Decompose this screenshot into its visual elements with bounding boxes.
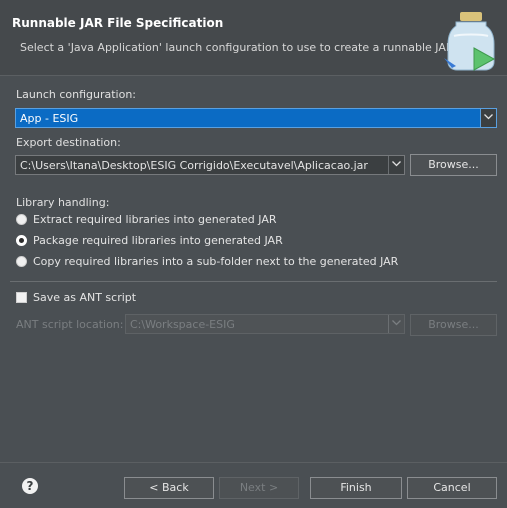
help-icon[interactable]: ? bbox=[22, 478, 38, 494]
library-handling-label: Library handling: bbox=[16, 196, 110, 209]
chevron-down-icon[interactable] bbox=[480, 109, 496, 127]
radio-copy-label: Copy required libraries into a sub-folde… bbox=[33, 255, 399, 268]
ant-location-combo: C:\Workspace-ESIG bbox=[125, 314, 405, 334]
chevron-down-icon[interactable] bbox=[388, 156, 404, 174]
radio-button[interactable] bbox=[16, 256, 27, 267]
export-destination-label: Export destination: bbox=[16, 136, 121, 149]
launch-config-value: App - ESIG bbox=[20, 112, 79, 125]
export-browse-button[interactable]: Browse... bbox=[410, 154, 497, 176]
export-destination-combo[interactable]: C:\Users\Itana\Desktop\ESIG Corrigido\Ex… bbox=[15, 155, 405, 175]
ant-location-label: ANT script location: bbox=[16, 318, 124, 331]
next-button: Next > bbox=[219, 477, 299, 499]
radio-package-label: Package required libraries into generate… bbox=[33, 234, 283, 247]
export-destination-value: C:\Users\Itana\Desktop\ESIG Corrigido\Ex… bbox=[20, 159, 368, 172]
wizard-subtitle: Select a 'Java Application' launch confi… bbox=[20, 41, 457, 54]
footer-divider bbox=[0, 462, 507, 463]
radio-extract-label: Extract required libraries into generate… bbox=[33, 213, 277, 226]
section-divider bbox=[10, 281, 497, 282]
save-ant-label: Save as ANT script bbox=[33, 291, 137, 304]
radio-button-selected[interactable] bbox=[16, 235, 27, 246]
chevron-down-icon bbox=[388, 315, 404, 333]
ant-browse-button: Browse... bbox=[410, 314, 497, 336]
jar-wizard-icon bbox=[444, 12, 496, 71]
save-ant-checkbox[interactable] bbox=[16, 292, 27, 303]
wizard-title: Runnable JAR File Specification bbox=[12, 16, 224, 30]
back-button[interactable]: < Back bbox=[124, 477, 214, 499]
wizard-header: Runnable JAR File Specification Select a… bbox=[0, 0, 507, 76]
launch-config-label: Launch configuration: bbox=[16, 88, 137, 101]
cancel-button[interactable]: Cancel bbox=[407, 477, 497, 499]
launch-config-dropdown[interactable]: App - ESIG bbox=[15, 108, 497, 128]
finish-button[interactable]: Finish bbox=[310, 477, 402, 499]
ant-location-value: C:\Workspace-ESIG bbox=[130, 318, 235, 331]
radio-button[interactable] bbox=[16, 214, 27, 225]
